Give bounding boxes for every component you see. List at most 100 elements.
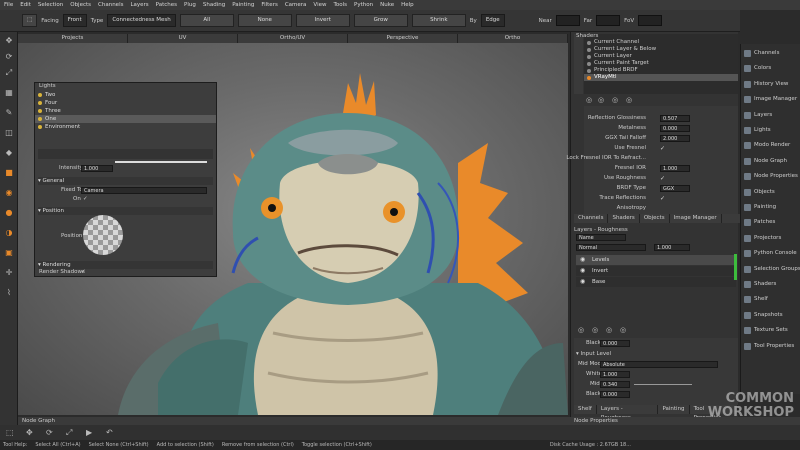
blend-mode-select[interactable]: Normal xyxy=(576,244,646,251)
tab-shelf[interactable]: Shelf xyxy=(574,405,597,414)
menu-camera[interactable]: Camera xyxy=(285,2,307,8)
property-checkbox[interactable]: ✓ xyxy=(660,195,665,202)
light-item[interactable]: Two xyxy=(35,91,216,99)
delete-layer-icon[interactable]: ◎ xyxy=(620,326,626,334)
menu-channels[interactable]: Channels xyxy=(98,2,123,8)
side-panel-patches[interactable]: Patches xyxy=(741,215,800,230)
tab-objects[interactable]: Objects xyxy=(640,214,670,223)
tab-projects[interactable]: Projects xyxy=(18,34,128,43)
black2-input[interactable]: 0.000 xyxy=(600,391,630,398)
menu-objects[interactable]: Objects xyxy=(70,2,91,8)
property-value-input[interactable]: 2.000 xyxy=(660,135,690,142)
light-item[interactable]: One xyxy=(35,115,216,123)
layers-name-select[interactable]: Name xyxy=(576,234,626,241)
mid-slider[interactable] xyxy=(634,384,692,385)
menu-tools[interactable]: Tools xyxy=(333,2,347,8)
layer-row[interactable]: ◉ Base xyxy=(576,277,736,287)
by-select[interactable]: Edge xyxy=(480,14,505,27)
grid-icon[interactable]: ▦ xyxy=(4,88,14,98)
position-section-header[interactable]: ▾ Position xyxy=(38,207,213,215)
far-input[interactable] xyxy=(596,15,621,26)
shader-settings-icon[interactable]: ◎ xyxy=(626,96,632,104)
tab-painting[interactable]: Painting xyxy=(658,405,690,414)
select-icon[interactable]: ⬚ xyxy=(6,428,14,437)
color-swatch-icon[interactable]: ■ xyxy=(4,168,14,178)
shader-add-icon[interactable]: ◎ xyxy=(586,96,592,104)
side-panel-history-view[interactable]: History View xyxy=(741,77,800,92)
select-none-button[interactable]: None xyxy=(237,14,292,27)
property-value-input[interactable]: 0.507 xyxy=(660,115,690,122)
undo-icon[interactable]: ↶ xyxy=(106,428,113,437)
translate-icon[interactable]: ✥ xyxy=(26,428,33,437)
side-panel-shelf[interactable]: Shelf xyxy=(741,292,800,307)
property-value-input[interactable]: 0.000 xyxy=(660,125,690,132)
tab-shaders[interactable]: Shaders xyxy=(608,214,640,223)
tab-image-manager[interactable]: Image Manager xyxy=(670,214,722,223)
layer-eye-icon[interactable]: ◉ xyxy=(580,255,585,265)
shader-duplicate-icon[interactable]: ◎ xyxy=(598,96,604,104)
mid-input[interactable]: 0.340 xyxy=(600,381,630,388)
side-panel-channels[interactable]: Channels xyxy=(741,46,800,61)
menu-painting[interactable]: Painting xyxy=(232,2,254,8)
play-icon[interactable]: ▶ xyxy=(86,428,92,437)
position-sphere-widget[interactable] xyxy=(83,215,123,255)
eyedropper-icon[interactable]: ⌇ xyxy=(4,288,14,298)
tab-ortho[interactable]: Ortho xyxy=(458,34,568,43)
menu-nuke[interactable]: Nuke xyxy=(380,2,394,8)
type-select[interactable]: Connectedness Mesh xyxy=(107,14,176,27)
side-panel-node-properties[interactable]: Node Properties xyxy=(741,169,800,184)
side-panel-image-manager[interactable]: Image Manager xyxy=(741,92,800,107)
property-checkbox[interactable]: ✓ xyxy=(660,175,665,182)
side-panel-modo-render[interactable]: Modo Render xyxy=(741,138,800,153)
eraser-icon[interactable]: ◫ xyxy=(4,128,14,138)
black-input[interactable]: 0.000 xyxy=(600,340,630,347)
layer-row[interactable]: ◉ Invert xyxy=(576,266,736,276)
intensity-input[interactable]: 1.000 xyxy=(81,165,113,172)
light-item[interactable]: Three xyxy=(35,107,216,115)
rotate-icon[interactable]: ⟳ xyxy=(4,52,14,62)
merge-layer-icon[interactable]: ◎ xyxy=(606,326,612,334)
node-graph-bar[interactable]: Node Graph xyxy=(18,417,570,425)
add-icon[interactable]: ✛ xyxy=(4,268,14,278)
menu-help[interactable]: Help xyxy=(401,2,414,8)
scale-view-icon[interactable]: ⤢ xyxy=(66,428,72,438)
menu-shading[interactable]: Shading xyxy=(203,2,225,8)
shaders-side-tab[interactable] xyxy=(574,34,583,94)
on-checkbox[interactable]: ✓ xyxy=(83,196,88,203)
side-panel-shaders[interactable]: Shaders xyxy=(741,277,800,292)
shrink-button[interactable]: Shrink xyxy=(411,14,466,27)
side-panel-lights[interactable]: Lights xyxy=(741,123,800,138)
tab-ortho-uv[interactable]: Ortho/UV xyxy=(238,34,348,43)
move-icon[interactable]: ✥ xyxy=(4,36,14,46)
menu-selection[interactable]: Selection xyxy=(38,2,63,8)
menu-patches[interactable]: Patches xyxy=(156,2,177,8)
shader-item[interactable]: Current Layer xyxy=(584,53,738,60)
side-panel-texture-sets[interactable]: Texture Sets xyxy=(741,323,800,338)
menu-layers[interactable]: Layers xyxy=(130,2,148,8)
property-value-input[interactable]: 1.000 xyxy=(660,165,690,172)
scale-icon[interactable]: ⤢ xyxy=(4,68,14,78)
side-panel-node-graph[interactable]: Node Graph xyxy=(741,154,800,169)
tab-perspective[interactable]: Perspective xyxy=(348,34,458,43)
shader-item[interactable]: Current Channel xyxy=(584,39,738,46)
menu-edit[interactable]: Edit xyxy=(20,2,31,8)
shader-item[interactable]: Current Paint Target xyxy=(584,60,738,67)
property-value-input[interactable]: GGX xyxy=(660,185,690,192)
menu-plug[interactable]: Plug xyxy=(184,2,196,8)
property-checkbox[interactable]: ✓ xyxy=(660,145,665,152)
side-panel-selection-groups[interactable]: Selection Groups xyxy=(741,262,800,277)
shader-item[interactable]: VRayMtl xyxy=(584,74,738,81)
tab-uv[interactable]: UV xyxy=(128,34,238,43)
tab-layers-roughness[interactable]: Layers - Roughness xyxy=(597,405,659,421)
shader-item[interactable]: Current Layer & Below xyxy=(584,46,738,53)
fov-input[interactable] xyxy=(638,15,663,26)
tab-channels[interactable]: Channels xyxy=(574,214,609,223)
menu-view[interactable]: View xyxy=(313,2,326,8)
stamp-icon[interactable]: ● xyxy=(4,208,14,218)
frame-icon[interactable]: ▣ xyxy=(4,248,14,258)
input-level-header[interactable]: ▾ Input Level xyxy=(576,351,611,358)
menu-filters[interactable]: Filters xyxy=(261,2,278,8)
side-panel-objects[interactable]: Objects xyxy=(741,185,800,200)
grow-button[interactable]: Grow xyxy=(353,14,408,27)
side-panel-projectors[interactable]: Projectors xyxy=(741,231,800,246)
